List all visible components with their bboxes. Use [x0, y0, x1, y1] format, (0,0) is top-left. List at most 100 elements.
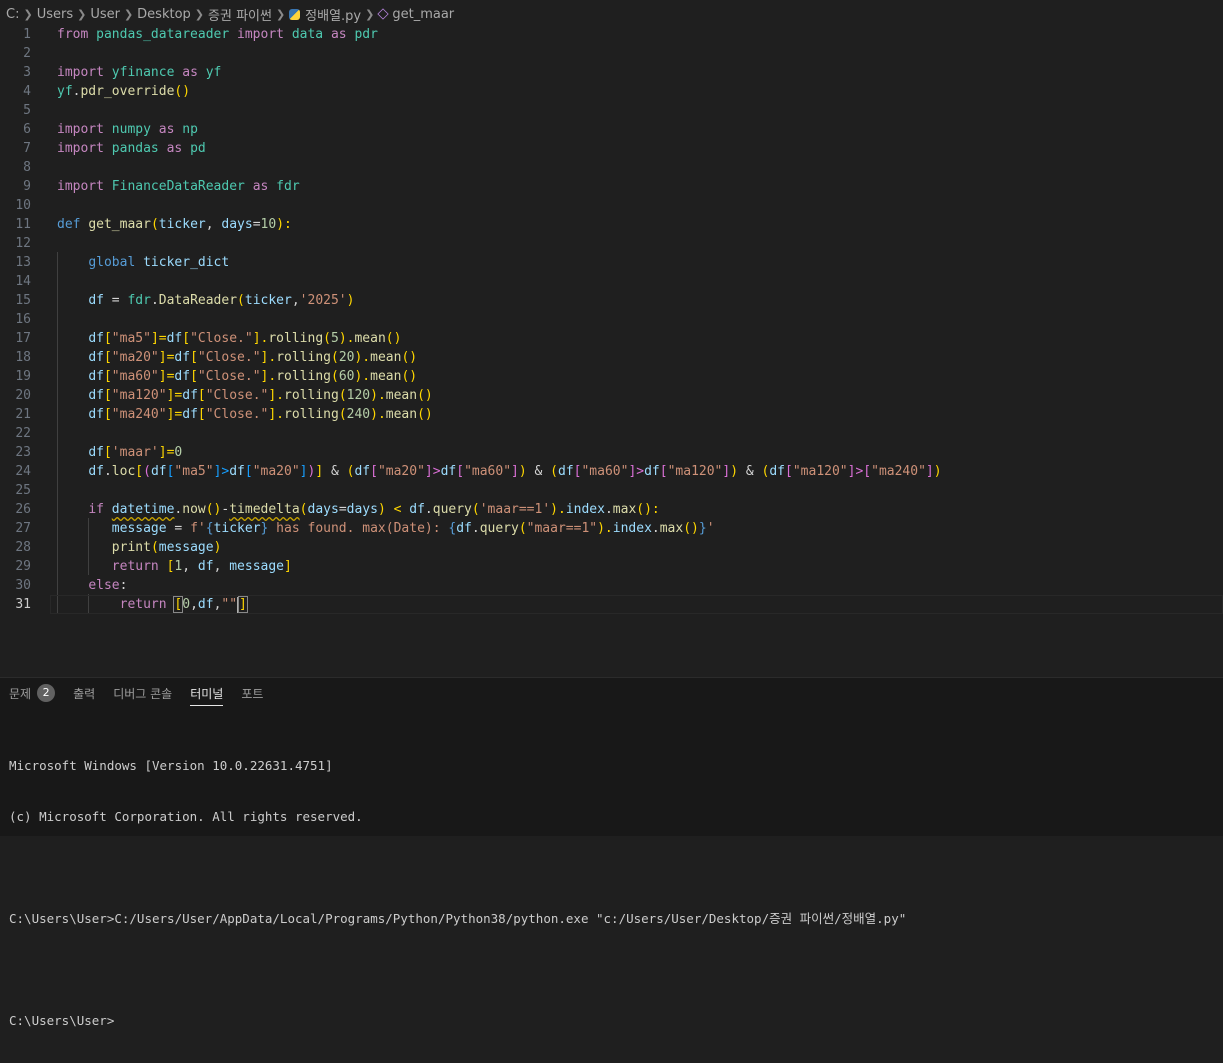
- code-line[interactable]: 13 global ticker_dict: [0, 253, 1223, 272]
- code-line[interactable]: 22: [0, 424, 1223, 443]
- breadcrumb-symbol[interactable]: get_maar: [392, 7, 454, 22]
- code-line[interactable]: 2: [0, 44, 1223, 63]
- code-token: [: [190, 350, 198, 365]
- code-token: df: [769, 464, 786, 479]
- code-token: 60: [338, 369, 355, 384]
- code-line[interactable]: 27 message = f'{ticker} has found. max(D…: [0, 519, 1223, 538]
- code-token: df: [354, 464, 371, 479]
- code-token: (): [417, 407, 433, 422]
- code-line[interactable]: 10: [0, 196, 1223, 215]
- code-line[interactable]: 11 def get_maar(ticker, days=10):: [0, 215, 1223, 234]
- code-line[interactable]: 26 if datetime.now()-timedelta(days=days…: [0, 500, 1223, 519]
- breadcrumb-folder[interactable]: 증권 파이썬: [208, 5, 272, 24]
- line-number: 11: [15, 217, 31, 232]
- code-text: message = f'{ticker} has found. max(Date…: [57, 519, 715, 538]
- code-token: df: [88, 369, 104, 384]
- breadcrumb-desktop[interactable]: Desktop: [137, 7, 191, 22]
- code-line[interactable]: 7 import pandas as pd: [0, 139, 1223, 158]
- code-token: (: [150, 540, 159, 555]
- code-token: yfinance: [111, 65, 175, 80]
- code-token: ,: [182, 559, 198, 574]
- code-line[interactable]: 30 else:: [0, 576, 1223, 595]
- code-token: from: [57, 27, 89, 42]
- code-token: ]>: [628, 464, 645, 479]
- code-line[interactable]: 24 df.loc[(df["ma5"]>df["ma20"])] & (df[…: [0, 462, 1223, 481]
- line-number: 3: [23, 65, 31, 80]
- code-token: ].: [268, 388, 285, 403]
- code-line[interactable]: 29 return [1, df, message]: [0, 557, 1223, 576]
- code-text: import FinanceDataReader as fdr: [57, 177, 300, 196]
- breadcrumb-users[interactable]: Users: [37, 7, 73, 22]
- code-line[interactable]: 8: [0, 158, 1223, 177]
- code-text: import numpy as np: [57, 120, 198, 139]
- code-line[interactable]: 19 df["ma60"]=df["Close."].rolling(60).m…: [0, 367, 1223, 386]
- code-line[interactable]: 15 df = fdr.DataReader(ticker,'2025'): [0, 291, 1223, 310]
- code-line[interactable]: 5: [0, 101, 1223, 120]
- code-token: df: [88, 388, 104, 403]
- tab-terminal[interactable]: 터미널: [190, 678, 224, 708]
- tab-debug-console[interactable]: 디버그 콘솔: [113, 678, 172, 708]
- code-line[interactable]: 21 df["ma240"]=df["Close."].rolling(240)…: [0, 405, 1223, 424]
- code-token: .: [604, 502, 613, 517]
- tab-label: 포트: [241, 686, 264, 701]
- code-token: ticker: [244, 293, 292, 308]
- code-token: "ma60": [581, 464, 629, 479]
- breadcrumb-drive[interactable]: C:: [6, 7, 19, 22]
- tab-problems[interactable]: 문제 2: [9, 678, 56, 708]
- code-token: as: [182, 65, 198, 80]
- code-line[interactable]: 28 print(message): [0, 538, 1223, 557]
- code-line[interactable]: 31 return [0,df,""]: [0, 595, 1223, 614]
- code-token: days: [346, 502, 378, 517]
- code-token: 10: [260, 217, 277, 232]
- code-token: ticker: [158, 217, 206, 232]
- breadcrumb-file[interactable]: 정배열.py: [305, 5, 361, 24]
- code-line[interactable]: 4 yf.pdr_override(): [0, 82, 1223, 101]
- code-token: ]: [238, 596, 248, 613]
- code-line[interactable]: 9 import FinanceDataReader as fdr: [0, 177, 1223, 196]
- code-line[interactable]: 12: [0, 234, 1223, 253]
- code-token: 0: [182, 597, 191, 612]
- code-token: ]: [299, 464, 308, 479]
- code-line[interactable]: 6 import numpy as np: [0, 120, 1223, 139]
- terminal-output[interactable]: Microsoft Windows [Version 10.0.22631.47…: [9, 723, 906, 1063]
- code-line[interactable]: 3 import yfinance as yf: [0, 63, 1223, 82]
- code-token: df: [182, 388, 198, 403]
- code-token: ): [182, 84, 191, 99]
- code-token: "ma60": [464, 464, 512, 479]
- code-token: [: [103, 350, 112, 365]
- code-line[interactable]: 25: [0, 481, 1223, 500]
- code-text: import pandas as pd: [57, 139, 206, 158]
- tab-ports[interactable]: 포트: [241, 678, 263, 708]
- code-line[interactable]: 1 from pandas_datareader import data as p…: [0, 25, 1223, 44]
- code-token: "ma20": [252, 464, 300, 479]
- code-line[interactable]: 14: [0, 272, 1223, 291]
- breadcrumb-user[interactable]: User: [90, 7, 120, 22]
- code-editor[interactable]: 1 from pandas_datareader import data as p…: [0, 24, 1223, 616]
- code-line[interactable]: 23 df['maar']=0: [0, 443, 1223, 462]
- code-text: yf.pdr_override(): [57, 82, 190, 101]
- code-text: return [1, df, message]: [57, 557, 292, 576]
- code-token: ).: [354, 369, 371, 384]
- code-line[interactable]: 18 df["ma20"]=df["Close."].rolling(20).m…: [0, 348, 1223, 367]
- tab-output[interactable]: 출력: [73, 678, 95, 708]
- code-token: mean: [370, 350, 402, 365]
- code-token: as: [166, 141, 183, 156]
- code-token: 120: [346, 388, 371, 403]
- code-token: (): [417, 388, 433, 403]
- code-line[interactable]: 17 df["ma5"]=df["Close."].rolling(5).mea…: [0, 329, 1223, 348]
- code-token: ].: [268, 407, 285, 422]
- code-token: "ma20": [377, 464, 425, 479]
- chevron-right-icon: ❯: [23, 7, 33, 21]
- code-line[interactable]: 20 df["ma120"]=df["Close."].rolling(120)…: [0, 386, 1223, 405]
- code-line[interactable]: 16: [0, 310, 1223, 329]
- code-token: as: [252, 179, 269, 194]
